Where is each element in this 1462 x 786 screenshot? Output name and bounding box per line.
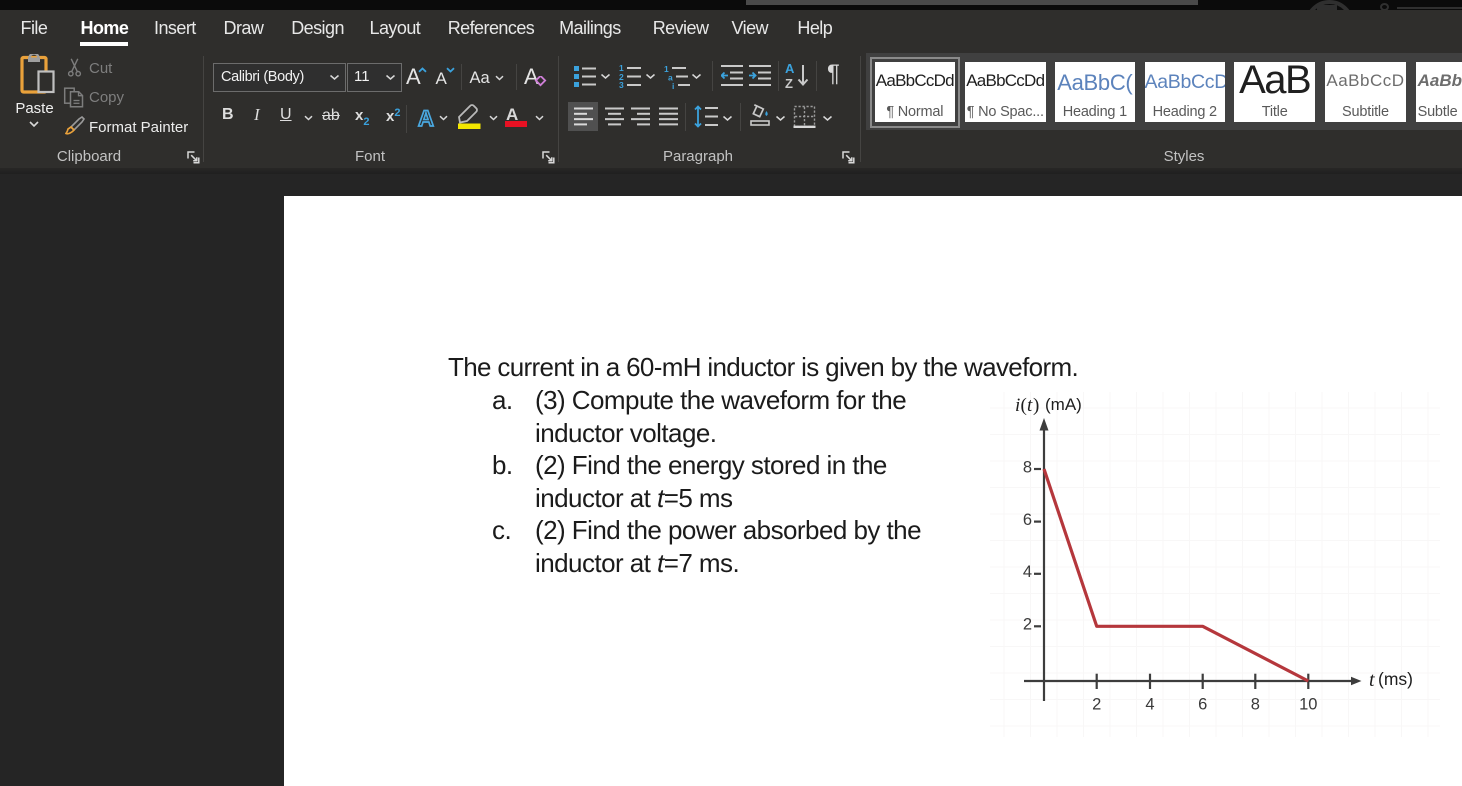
svg-text:A: A: [418, 106, 434, 131]
svg-text:(: (: [1021, 395, 1027, 416]
svg-text:Z: Z: [785, 76, 793, 89]
svg-text:2: 2: [1023, 615, 1032, 633]
svg-text:(mA): (mA): [1045, 395, 1082, 414]
svg-text:A: A: [785, 62, 795, 76]
svg-text:8: 8: [1023, 459, 1032, 477]
svg-text:): ): [1033, 395, 1039, 416]
svg-text:6: 6: [1198, 696, 1207, 714]
svg-text:4: 4: [1023, 563, 1032, 581]
svg-text:8: 8: [1251, 696, 1260, 714]
svg-text:4: 4: [1145, 696, 1154, 714]
svg-text:2: 2: [1092, 696, 1101, 714]
svg-text:3: 3: [619, 80, 624, 89]
svg-text:10: 10: [1299, 696, 1317, 714]
svg-text:i: i: [1015, 395, 1020, 416]
svg-text:t: t: [1369, 669, 1375, 691]
svg-text:6: 6: [1023, 511, 1032, 529]
svg-text:i: i: [672, 81, 674, 89]
svg-text:(ms): (ms): [1378, 669, 1413, 689]
